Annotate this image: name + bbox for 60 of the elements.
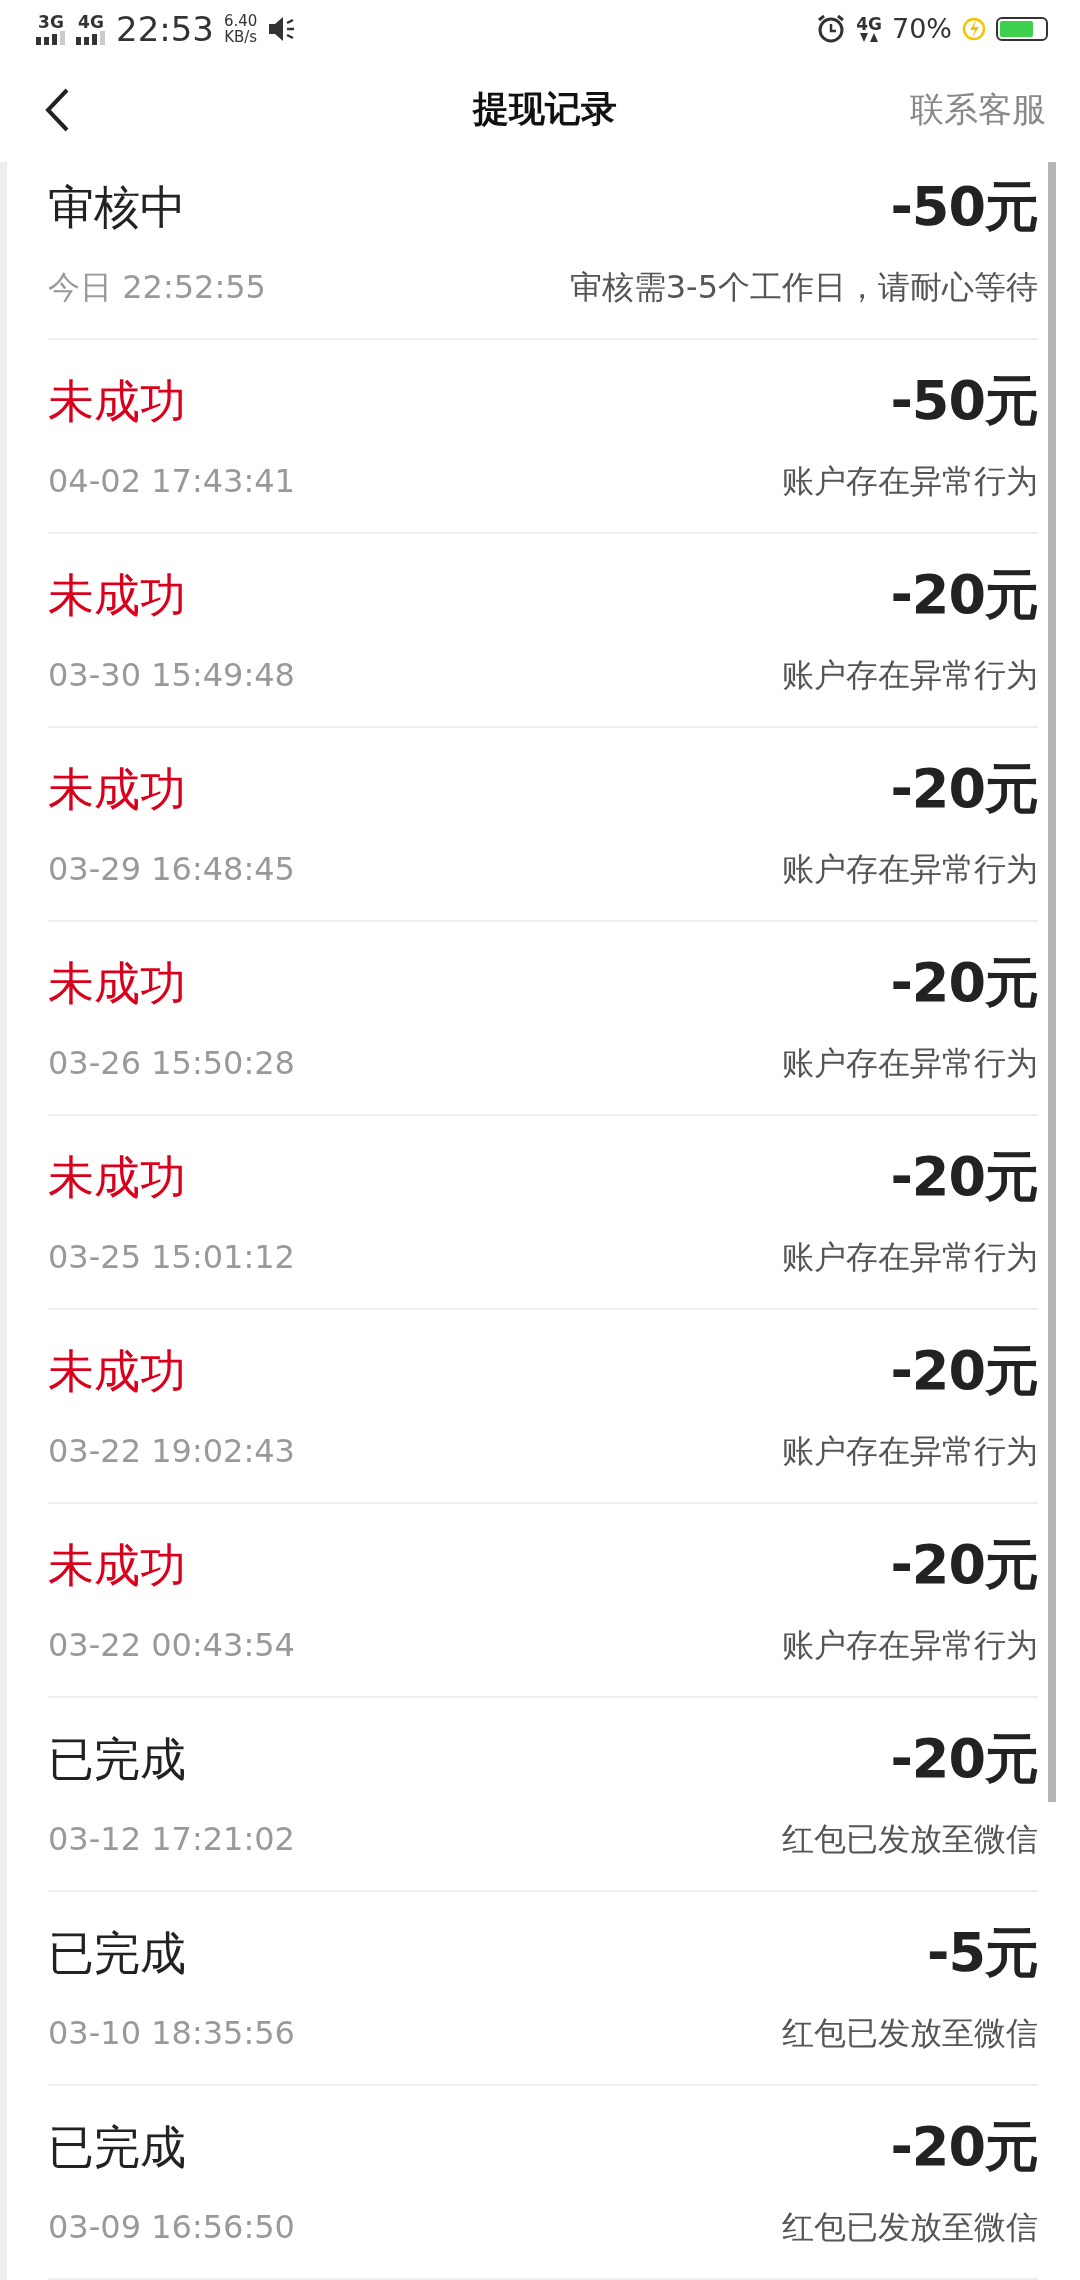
record-time: 03-10 18:35:56 [48,2013,295,2054]
page-title: 提现记录 [473,87,617,132]
alarm-icon [816,13,847,44]
record-note: 账户存在异常行为 [781,1237,1038,1278]
record-note: 账户存在异常行为 [781,461,1038,502]
signal-icon [36,30,66,45]
record-note: 账户存在异常行为 [781,655,1038,696]
record-amount: -50元 [889,373,1038,429]
record-status: 未成功 [48,955,187,1011]
record-time: 03-12 17:21:02 [48,1819,295,1860]
speed-unit: KB/s [224,28,258,45]
record-status: 已完成 [48,1731,187,1787]
record-note: 账户存在异常行为 [781,1625,1038,1666]
record-amount: -20元 [889,1149,1038,1205]
record-status: 未成功 [48,1149,187,1205]
record-amount: -5元 [926,1925,1038,1981]
network-label: 3G [38,12,64,31]
record-status: 未成功 [48,373,187,429]
network-label: 4G [78,12,104,31]
record-status: 未成功 [48,567,187,623]
record-status: 未成功 [48,1537,187,1593]
back-icon[interactable] [44,86,70,133]
record-status: 未成功 [48,1343,187,1399]
record-status: 已完成 [48,1925,187,1981]
record-note: 红包已发放至微信 [781,2013,1038,2054]
network-label: 4G [856,14,882,33]
record-amount: -20元 [889,761,1038,817]
record-time: 04-02 17:43:41 [48,461,295,502]
clock-time: 22:53 [116,8,214,49]
signal-icon [76,30,106,45]
record-amount: -20元 [889,567,1038,623]
record-note: 账户存在异常行为 [781,1431,1038,1472]
record-note: 审核需3-5个工作日，请耐心等待 [568,267,1038,308]
record-note: 红包已发放至微信 [781,1819,1038,1860]
battery-icon [996,16,1048,41]
contact-service-link[interactable]: 联系客服 [910,86,1046,133]
record-amount: -20元 [889,2119,1038,2175]
record-amount: -20元 [889,1731,1038,1787]
record-time: 03-30 15:49:48 [48,655,295,696]
record-status: 审核中 [48,179,187,235]
record-time: 03-29 16:48:45 [48,849,295,890]
record-time: 03-22 19:02:43 [48,1431,295,1472]
record-amount: -20元 [889,1537,1038,1593]
record-amount: -20元 [889,1343,1038,1399]
record-status: 已完成 [48,2119,187,2175]
record-amount: -50元 [889,179,1038,235]
record-time: 03-25 15:01:12 [48,1237,295,1278]
record-note: 账户存在异常行为 [781,849,1038,890]
record-note: 红包已发放至微信 [781,2207,1038,2248]
data-arrows-icon [859,32,880,43]
record-time: 今日 22:52:55 [48,267,266,308]
record-time: 03-22 00:43:54 [48,1625,295,1666]
record-note: 账户存在异常行为 [781,1043,1038,1084]
record-status: 未成功 [48,761,187,817]
charging-icon [962,15,986,42]
network-speed: 6.40 [224,12,258,29]
record-time: 03-26 15:50:28 [48,1043,295,1084]
battery-percent: 70% [892,13,952,45]
record-amount: -20元 [889,955,1038,1011]
record-time: 03-09 16:56:50 [48,2207,295,2248]
